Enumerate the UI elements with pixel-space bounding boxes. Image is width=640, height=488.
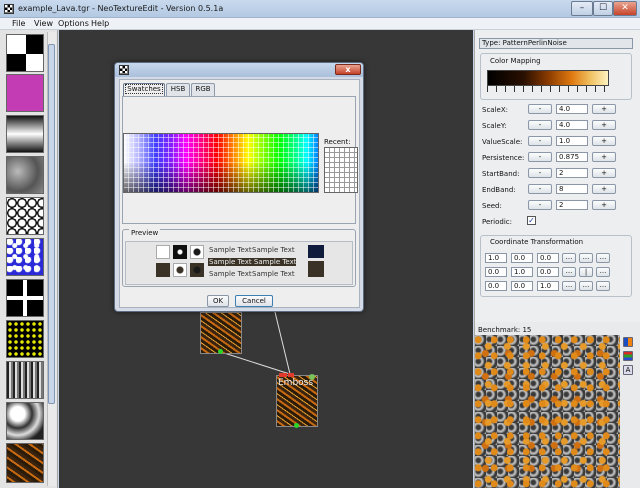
preview-swatch <box>156 245 170 259</box>
seed-plus-button[interactable]: + <box>592 200 616 210</box>
sample-text: Sample Text <box>209 270 252 278</box>
preview-color-swatch <box>308 261 324 277</box>
coord-action-button[interactable]: ... <box>579 253 593 263</box>
scalex-plus-button[interactable]: + <box>592 104 616 114</box>
persistence-input[interactable]: 0.875 <box>556 152 588 162</box>
ok-button[interactable]: OK <box>207 295 229 307</box>
sample-text: Sample Text <box>253 258 297 266</box>
coord-input[interactable]: 0.0 <box>511 281 533 291</box>
param-label-valuescale: ValueScale: <box>482 138 523 146</box>
coord-action-button[interactable]: ... <box>562 267 576 277</box>
channel-view-icon[interactable] <box>623 351 633 361</box>
node-output-port[interactable] <box>294 423 299 428</box>
valuescale-plus-button[interactable]: + <box>592 136 616 146</box>
emboss-node-label: Emboss <box>278 378 314 388</box>
preview-swatch <box>173 263 187 277</box>
recent-label: Recent: <box>324 138 351 146</box>
scaley-input[interactable]: 4.0 <box>556 120 588 130</box>
endband-input[interactable]: 8 <box>556 184 588 194</box>
scaley-minus-button[interactable]: - <box>528 120 552 130</box>
valuescale-minus-button[interactable]: - <box>528 136 552 146</box>
sample-text: Sample Text <box>252 270 295 278</box>
startband-input[interactable]: 2 <box>556 168 588 178</box>
texture-preview-image <box>475 335 620 488</box>
periodic-label: Periodic: <box>482 218 512 226</box>
sample-text: Sample Text <box>209 258 252 266</box>
coord-input[interactable]: 1.0 <box>537 281 559 291</box>
periodic-checkbox[interactable]: ✓ <box>527 216 536 225</box>
coord-input[interactable]: 0.0 <box>511 253 533 263</box>
coord-action-button[interactable]: | <box>579 267 593 277</box>
color-chooser-dialog: x Swatches HSB RGB Recent: Preview Sampl… <box>114 62 364 312</box>
node-output-port[interactable] <box>218 349 223 354</box>
cancel-button[interactable]: Cancel <box>235 295 273 307</box>
endband-plus-button[interactable]: + <box>592 184 616 194</box>
color-gradient-bar[interactable] <box>487 70 609 86</box>
node-input-port[interactable] <box>279 373 287 377</box>
coord-action-button[interactable]: ... <box>579 281 593 291</box>
sample-text: Sample Text <box>209 246 252 254</box>
preview-swatch <box>190 263 204 277</box>
coord-input[interactable]: 0.0 <box>485 281 507 291</box>
startband-minus-button[interactable]: - <box>528 168 552 178</box>
preview-swatch <box>173 245 187 259</box>
tab-swatches[interactable]: Swatches <box>123 83 165 96</box>
rgb-view-icon[interactable] <box>623 337 633 347</box>
dialog-close-button[interactable]: x <box>335 64 361 75</box>
coord-input[interactable]: 0.0 <box>537 267 559 277</box>
param-label-seed: Seed: <box>482 202 502 210</box>
preview-swatch <box>156 263 170 277</box>
tab-hsb[interactable]: HSB <box>166 83 190 96</box>
sample-text: Sample Text <box>252 246 295 254</box>
persistence-minus-button[interactable]: - <box>528 152 552 162</box>
coordinate-transformation-title: Coordinate Transformation <box>490 238 584 246</box>
recent-swatch-grid[interactable] <box>324 147 358 193</box>
preview-label: Preview <box>129 229 161 237</box>
seed-input[interactable]: 2 <box>556 200 588 210</box>
node-input-port[interactable] <box>288 373 294 377</box>
param-label-scalex: ScaleX: <box>482 106 508 114</box>
alpha-view-icon[interactable]: A <box>623 365 633 375</box>
coord-action-button[interactable]: ... <box>562 281 576 291</box>
gradient-markers[interactable] <box>487 86 609 92</box>
scaley-plus-button[interactable]: + <box>592 120 616 130</box>
coord-action-button[interactable]: ... <box>596 267 610 277</box>
endband-minus-button[interactable]: - <box>528 184 552 194</box>
valuescale-input[interactable]: 1.0 <box>556 136 588 146</box>
param-label-endband: EndBand: <box>482 186 516 194</box>
param-label-persistence: Persistence: <box>482 154 525 162</box>
type-field: Type: PatternPerlinNoise <box>479 38 633 49</box>
coord-input[interactable]: 1.0 <box>511 267 533 277</box>
coord-action-button[interactable]: ... <box>562 253 576 263</box>
connection-line <box>274 311 291 375</box>
startband-plus-button[interactable]: + <box>592 168 616 178</box>
preview-color-swatch <box>308 245 324 258</box>
param-label-scaley: ScaleY: <box>482 122 507 130</box>
coord-input[interactable]: 0.0 <box>485 267 507 277</box>
dialog-app-icon <box>119 65 129 75</box>
coord-input[interactable]: 0.0 <box>537 253 559 263</box>
swatch-grid[interactable] <box>123 133 319 193</box>
color-mapping-title: Color Mapping <box>490 57 541 65</box>
param-label-startband: StartBand: <box>482 170 520 178</box>
coord-action-button[interactable]: ... <box>596 281 610 291</box>
scalex-minus-button[interactable]: - <box>528 104 552 114</box>
coord-action-button[interactable]: ... <box>596 253 610 263</box>
dialog-title-bar[interactable]: x <box>115 63 363 77</box>
seed-minus-button[interactable]: - <box>528 200 552 210</box>
benchmark-label: Benchmark: 15 <box>478 326 532 334</box>
preview-swatch <box>190 245 204 259</box>
scalex-input[interactable]: 4.0 <box>556 104 588 114</box>
lava-node[interactable] <box>200 312 242 354</box>
tab-swatches-label: Swatches <box>125 84 163 94</box>
persistence-plus-button[interactable]: + <box>592 152 616 162</box>
sample-text: Sample Text Sample Text <box>208 258 297 266</box>
coord-input[interactable]: 1.0 <box>485 253 507 263</box>
tab-rgb[interactable]: RGB <box>191 83 215 96</box>
